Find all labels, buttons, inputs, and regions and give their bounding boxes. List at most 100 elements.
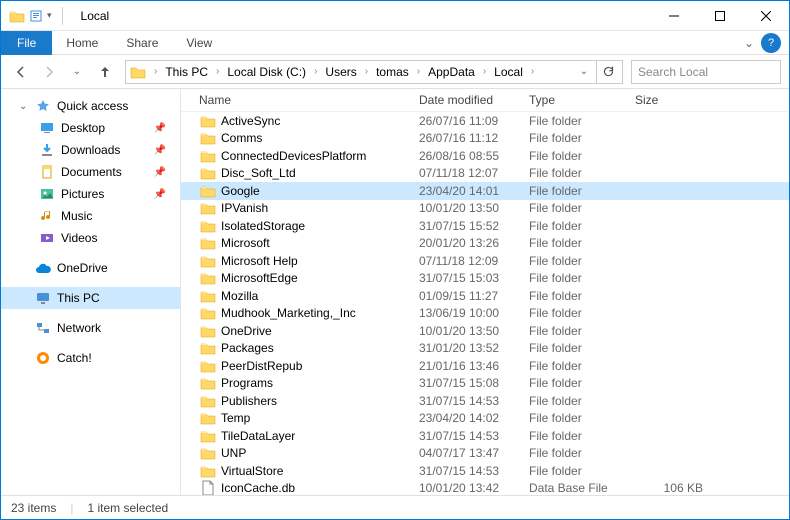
folder-icon	[199, 393, 217, 409]
sidebar-network[interactable]: › Network	[1, 317, 180, 339]
breadcrumb-item[interactable]: AppData	[424, 65, 479, 79]
file-date: 01/09/15 11:27	[419, 289, 529, 303]
file-date: 20/01/20 13:26	[419, 236, 529, 250]
breadcrumb-item[interactable]: This PC	[161, 65, 212, 79]
folder-icon	[130, 65, 146, 79]
sidebar-item-music[interactable]: Music	[1, 205, 180, 227]
file-row[interactable]: Programs 31/07/15 15:08 File folder	[181, 375, 789, 393]
status-item-count: 23 items	[11, 501, 56, 515]
sidebar-item-videos[interactable]: Videos	[1, 227, 180, 249]
file-row[interactable]: IsolatedStorage 31/07/15 15:52 File fold…	[181, 217, 789, 235]
file-row[interactable]: Publishers 31/07/15 14:53 File folder	[181, 392, 789, 410]
properties-icon[interactable]	[29, 9, 43, 23]
close-button[interactable]	[743, 1, 789, 31]
sidebar-item-downloads[interactable]: Downloads📌	[1, 139, 180, 161]
forward-button[interactable]	[37, 60, 61, 84]
file-row[interactable]: PeerDistRepub 21/01/16 13:46 File folder	[181, 357, 789, 375]
maximize-button[interactable]	[697, 1, 743, 31]
file-size: 106 KB	[635, 481, 715, 495]
file-row[interactable]: Packages 31/01/20 13:52 File folder	[181, 340, 789, 358]
file-type: File folder	[529, 306, 635, 320]
file-row[interactable]: Temp 23/04/20 14:02 File folder	[181, 410, 789, 428]
file-name: Mudhook_Marketing,_Inc	[221, 306, 419, 320]
file-row[interactable]: VirtualStore 31/07/15 14:53 File folder	[181, 462, 789, 480]
file-date: 21/01/16 13:46	[419, 359, 529, 373]
file-row[interactable]: OneDrive 10/01/20 13:50 File folder	[181, 322, 789, 340]
file-type: File folder	[529, 324, 635, 338]
sidebar-onedrive[interactable]: › OneDrive	[1, 257, 180, 279]
folder-icon	[199, 340, 217, 356]
breadcrumb-item[interactable]: Local	[490, 65, 527, 79]
help-button[interactable]: ?	[761, 33, 781, 53]
file-row[interactable]: ConnectedDevicesPlatform 26/08/16 08:55 …	[181, 147, 789, 165]
file-date: 07/11/18 12:07	[419, 166, 529, 180]
breadcrumb-item[interactable]: Local Disk (C:)	[223, 65, 310, 79]
tab-share[interactable]: Share	[112, 31, 172, 55]
column-name[interactable]: Name	[187, 93, 419, 107]
sidebar-this-pc[interactable]: › This PC	[1, 287, 180, 309]
chevron-right-icon[interactable]: ›	[310, 66, 321, 77]
address-dropdown-icon[interactable]: ⌄	[572, 60, 596, 84]
sidebar-catch[interactable]: › Catch!	[1, 347, 180, 369]
caret-icon[interactable]: ⌄	[19, 101, 29, 112]
tab-home[interactable]: Home	[52, 31, 112, 55]
file-row[interactable]: ActiveSync 26/07/16 11:09 File folder	[181, 112, 789, 130]
file-row[interactable]: MicrosoftEdge 31/07/15 15:03 File folder	[181, 270, 789, 288]
recent-dropdown-icon[interactable]: ⌄	[65, 60, 89, 84]
sidebar-quick-access[interactable]: ⌄ Quick access	[1, 95, 180, 117]
sidebar-item-pictures[interactable]: Pictures📌	[1, 183, 180, 205]
qat-dropdown-icon[interactable]: ▾	[47, 10, 52, 21]
file-row[interactable]: TileDataLayer 31/07/15 14:53 File folder	[181, 427, 789, 445]
file-row[interactable]: Google 23/04/20 14:01 File folder	[181, 182, 789, 200]
sidebar-item-desktop[interactable]: Desktop📌	[1, 117, 180, 139]
folder-icon	[199, 410, 217, 426]
file-list: ActiveSync 26/07/16 11:09 File folder Co…	[181, 112, 789, 495]
breadcrumb-item[interactable]: Users	[321, 65, 360, 79]
file-row[interactable]: Disc_Soft_Ltd 07/11/18 12:07 File folder	[181, 165, 789, 183]
up-button[interactable]	[93, 60, 117, 84]
minimize-button[interactable]	[651, 1, 697, 31]
file-name: OneDrive	[221, 324, 419, 338]
tab-view[interactable]: View	[172, 31, 226, 55]
file-row[interactable]: IPVanish 10/01/20 13:50 File folder	[181, 200, 789, 218]
file-date: 23/04/20 14:01	[419, 184, 529, 198]
file-date: 31/07/15 15:03	[419, 271, 529, 285]
column-date[interactable]: Date modified	[419, 93, 529, 107]
file-row[interactable]: IconCache.db 10/01/20 13:42 Data Base Fi…	[181, 480, 789, 496]
file-date: 26/07/16 11:12	[419, 131, 529, 145]
file-tab[interactable]: File	[1, 31, 52, 55]
chevron-right-icon[interactable]: ›	[361, 66, 372, 77]
file-row[interactable]: Mudhook_Marketing,_Inc 13/06/19 10:00 Fi…	[181, 305, 789, 323]
column-type[interactable]: Type	[529, 93, 635, 107]
file-type: File folder	[529, 394, 635, 408]
back-button[interactable]	[9, 60, 33, 84]
file-date: 31/07/15 14:53	[419, 394, 529, 408]
folder-icon	[199, 428, 217, 444]
chevron-right-icon[interactable]: ›	[413, 66, 424, 77]
chevron-right-icon[interactable]: ›	[212, 66, 223, 77]
chevron-right-icon[interactable]: ›	[479, 66, 490, 77]
file-row[interactable]: Microsoft Help 07/11/18 12:09 File folde…	[181, 252, 789, 270]
file-row[interactable]: Mozilla 01/09/15 11:27 File folder	[181, 287, 789, 305]
pin-icon: 📌	[154, 123, 172, 134]
file-row[interactable]: Microsoft 20/01/20 13:26 File folder	[181, 235, 789, 253]
folder-icon	[9, 9, 25, 23]
file-type: File folder	[529, 271, 635, 285]
refresh-button[interactable]	[596, 61, 620, 83]
folder-icon	[199, 200, 217, 216]
file-date: 31/07/15 15:52	[419, 219, 529, 233]
folder-icon	[199, 375, 217, 391]
chevron-right-icon[interactable]: ›	[150, 66, 161, 77]
sidebar-item-documents[interactable]: Documents📌	[1, 161, 180, 183]
ribbon-expand-icon[interactable]: ⌄	[737, 36, 761, 50]
file-row[interactable]: Comms 26/07/16 11:12 File folder	[181, 130, 789, 148]
address-bar[interactable]: › This PC › Local Disk (C:) › Users › to…	[125, 60, 623, 84]
file-type: File folder	[529, 254, 635, 268]
folder-icon	[199, 183, 217, 199]
breadcrumb-item[interactable]: tomas	[372, 65, 413, 79]
chevron-right-icon[interactable]: ›	[527, 66, 538, 77]
file-type: File folder	[529, 411, 635, 425]
file-row[interactable]: UNP 04/07/17 13:47 File folder	[181, 445, 789, 463]
column-size[interactable]: Size	[635, 93, 715, 107]
search-input[interactable]: Search Local	[631, 60, 781, 84]
